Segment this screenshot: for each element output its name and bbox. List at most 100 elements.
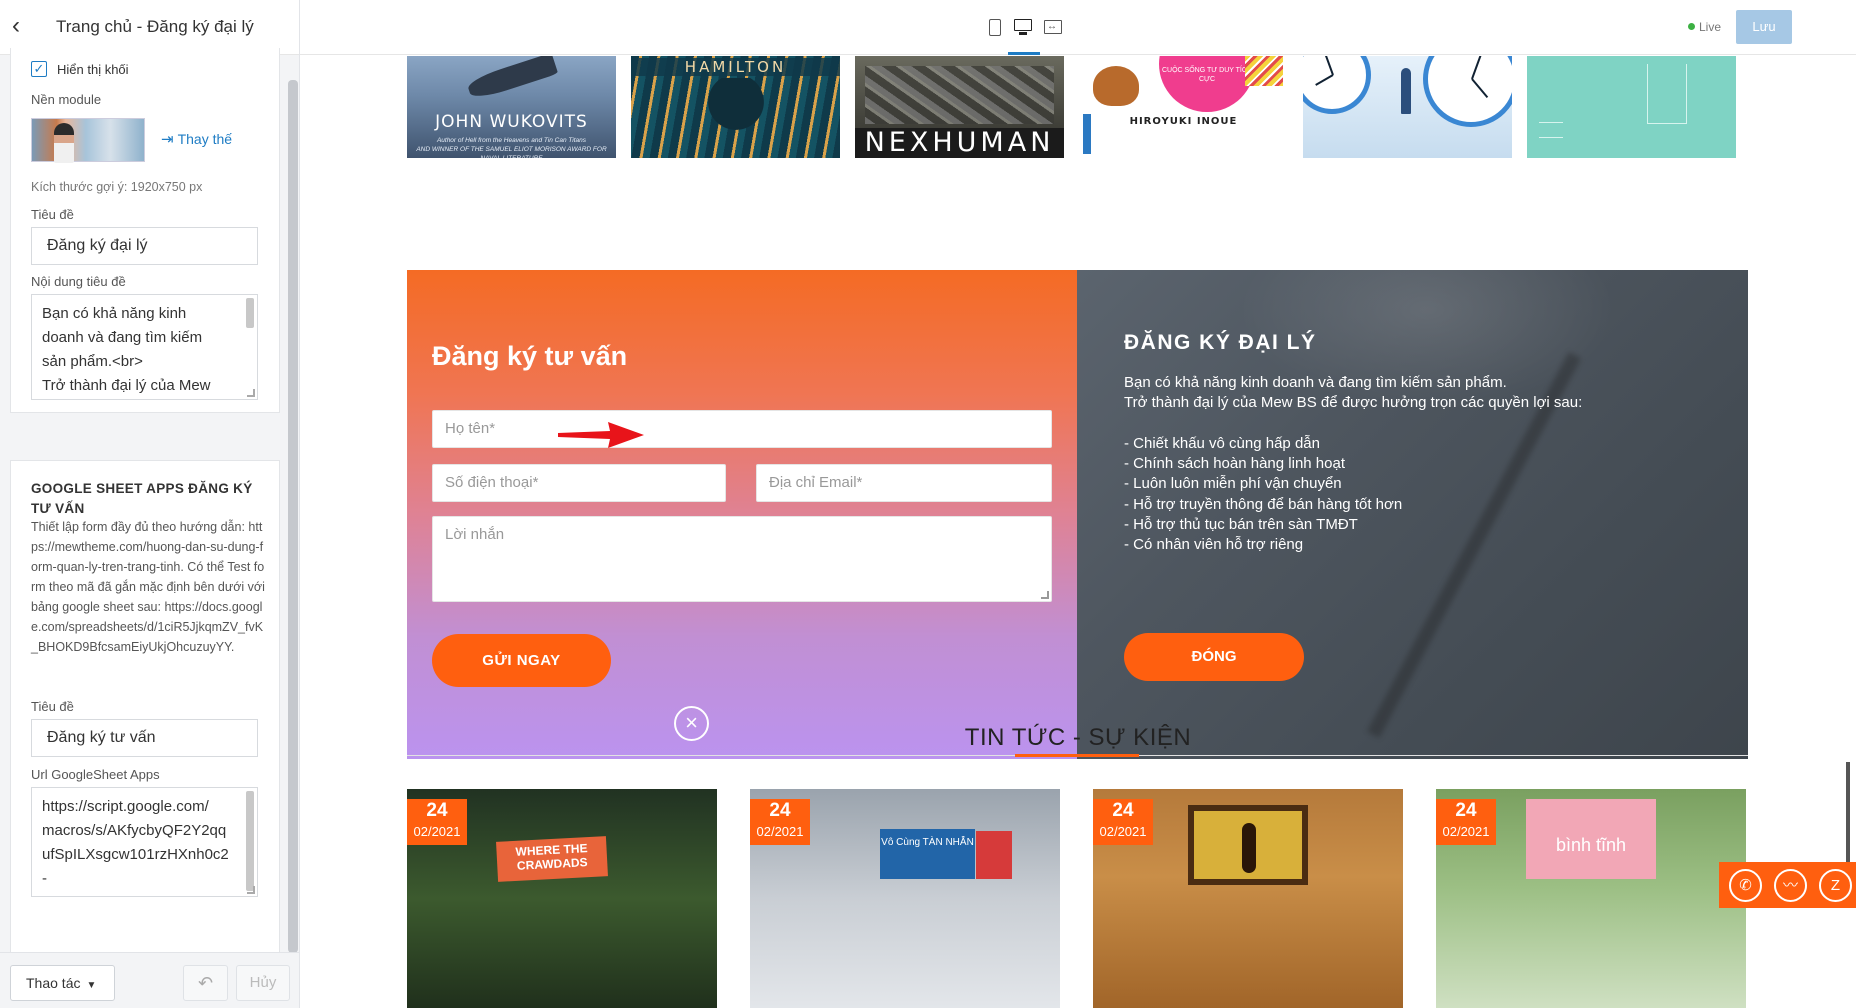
news-cover-text: Vô Cùng TÀN NHẪN [880,829,975,879]
desktop-icon[interactable] [1010,14,1036,40]
phone-input[interactable]: Số điện thoại* [432,464,726,502]
url-line: - [42,870,47,887]
title2-input[interactable]: Đăng ký tư vấn [31,719,258,757]
news-cover-text: bình tĩnh [1526,799,1656,879]
agency-line: - Có nhân viên hỗ trợ riêng [1124,536,1304,554]
section-description: Thiết lập form đầy đủ theo hướng dẫn: ht… [31,520,265,654]
active-device-indicator [1008,52,1040,55]
content-line: sản phẩm.<br> [42,353,143,370]
actions-label: Thao tác [26,975,81,991]
content-label: Nội dung tiêu đề [31,274,126,289]
date-month: 02/2021 [756,824,804,839]
date-day: 24 [1455,800,1477,821]
page-editor: { "sidebar": { "title": "Trang chủ - Đăn… [0,0,1856,1008]
sidebar-footer: Thao tác ▼ ↶ Hủy [0,952,299,1008]
editor-topbar: ↔ Live Lưu [300,0,1856,55]
undo-button[interactable]: ↶ [183,965,228,1001]
background-thumbnail[interactable] [31,118,145,163]
date-month: 02/2021 [1442,824,1490,839]
caret-down-icon: ▼ [86,980,97,991]
news-cover-text: WHERE THE CRAWDADS [496,836,608,882]
textarea-scrollbar[interactable] [246,298,254,328]
book-cover[interactable] [1527,56,1736,158]
date-badge: 24 02/2021 [1436,799,1496,845]
agency-line: - Chính sách hoàn hàng linh hoạt [1124,455,1345,473]
book-cover[interactable]: NEXHUMAN [855,56,1064,158]
agency-line: Bạn có khả năng kinh doanh và đang tìm k… [1124,374,1507,391]
content-line: doanh và đang tìm kiếm [42,329,203,346]
show-block-label: Hiển thị khối [57,62,129,77]
live-label: Live [1699,20,1722,34]
registration-section: Đăng ký tư vấn Họ tên* Số điện thoại* Đị… [407,270,1748,759]
book-cover[interactable]: CUỘC SỐNG TƯ DUY TÍCH CỰC HIROYUKI INOUE [1079,56,1288,158]
tablet-icon[interactable] [982,14,1008,40]
actions-dropdown[interactable]: Thao tác ▼ [10,965,115,1001]
resize-handle[interactable] [247,886,255,894]
agency-line: - Hỗ trợ truyền thông để bán hàng tốt hơ… [1124,495,1403,513]
textarea-scrollbar[interactable] [246,791,254,891]
book-cover[interactable]: HAMILTON [631,56,840,158]
submit-button[interactable]: GỬI NGAY [432,634,611,687]
chevron-left-icon[interactable]: ‹ [12,14,38,40]
date-day: 24 [769,800,791,821]
message-textarea[interactable]: Lời nhắn [432,516,1052,602]
google-sheet-card: GOOGLE SHEET APPS ĐĂNG KÝ TƯ VẤN Thiết l… [10,460,280,954]
title-underline [1015,754,1139,757]
name-input[interactable]: Họ tên* [432,410,1052,448]
news-card[interactable]: Vô Cùng TÀN NHẪN 24 02/2021 [750,789,1060,1008]
agency-line [1124,414,1724,434]
zalo-icon[interactable]: Z [1819,869,1852,902]
consultation-form: Đăng ký tư vấn Họ tên* Số điện thoại* Đị… [407,270,1077,759]
resize-handle[interactable] [247,389,255,397]
sidebar-scrollbar[interactable] [288,80,298,953]
book-cover[interactable] [1303,56,1512,158]
url-label: Url GoogleSheet Apps [31,767,160,782]
title-input[interactable]: Đăng ký đại lý [31,227,258,265]
news-card[interactable]: WHERE THE CRAWDADS 24 02/2021 [407,789,717,1008]
news-section-title: TIN TỨC - SỰ KIỆN [964,724,1192,751]
book-subtitle: Author of Hell from the Heavens and Tin … [436,137,587,144]
date-day: 24 [1112,800,1134,821]
date-day: 24 [426,800,448,821]
undo-icon: ↶ [197,973,214,993]
fluid-width-icon[interactable]: ↔ [1040,14,1066,40]
content-line: Trở thành đại lý của Mew [42,377,211,394]
cancel-button[interactable]: Hủy [236,965,290,1001]
replace-button[interactable]: ⇥ Thay thế [161,130,232,148]
messenger-icon[interactable]: 〰 [1774,869,1807,902]
live-dot-icon [1688,23,1695,30]
date-badge: 24 02/2021 [407,799,467,845]
checkmark-icon: ✓ [33,61,45,76]
sidebar-title: Trang chủ - Đăng ký đại lý [56,17,254,36]
book-subtitle-2: AND WINNER OF THE SAMUEL ELIOT MORISON A… [416,146,607,158]
book-cover[interactable]: JOHN WUKOVITS Author of Hell from the He… [407,56,616,158]
url-line: macros/s/AKfycbyQF2Y2qq [42,822,227,839]
phone-icon[interactable]: ✆ [1729,869,1762,902]
news-card[interactable]: bình tĩnh 24 02/2021 [1436,789,1746,1008]
page-preview: JOHN WUKOVITS Author of Hell from the He… [300,56,1856,1008]
message-placeholder: Lời nhắn [445,526,505,543]
save-button[interactable]: Lưu [1736,10,1792,44]
title-label: Tiêu đề [31,207,74,222]
bg-module-label: Nền module [31,92,102,107]
book-title: HIROYUKI INOUE [1129,116,1238,127]
sidebar-header: ‹ Trang chủ - Đăng ký đại lý [0,0,299,55]
form-heading: Đăng ký tư vấn [432,341,628,371]
size-hint: Kích thước gợi ý: 1920x750 px [31,180,203,194]
block-settings-card: ✓ Hiển thị khối Nền module ⇥ Thay thế Kíc… [10,48,280,413]
agency-info: ĐĂNG KÝ ĐẠI LÝ Bạn có khả năng kinh doan… [1077,270,1748,759]
news-card[interactable]: 24 02/2021 [1093,789,1403,1008]
book-badge: CUỘC SỐNG TƯ DUY TÍCH CỰC [1162,67,1252,83]
show-block-checkbox[interactable]: ✓ [31,61,47,77]
url-textarea[interactable]: https://script.google.com/ macros/s/AKfy… [31,787,258,897]
email-input[interactable]: Địa chỉ Email* [756,464,1052,502]
content-textarea[interactable]: Bạn có khả năng kinh doanh và đang tìm k… [31,294,258,400]
resize-handle[interactable] [1041,591,1049,599]
floating-contact-bar: ✆ 〰 Z [1719,862,1856,908]
replace-icon: ⇥ [161,131,174,148]
url-line: https://script.google.com/ [42,798,209,815]
agency-line: Trở thành đại lý của Mew BS để được hưởn… [1124,394,1583,412]
replace-label: Thay thế [177,131,233,147]
live-status: Live [1688,20,1721,34]
close-button[interactable]: ĐÓNG [1124,633,1304,681]
